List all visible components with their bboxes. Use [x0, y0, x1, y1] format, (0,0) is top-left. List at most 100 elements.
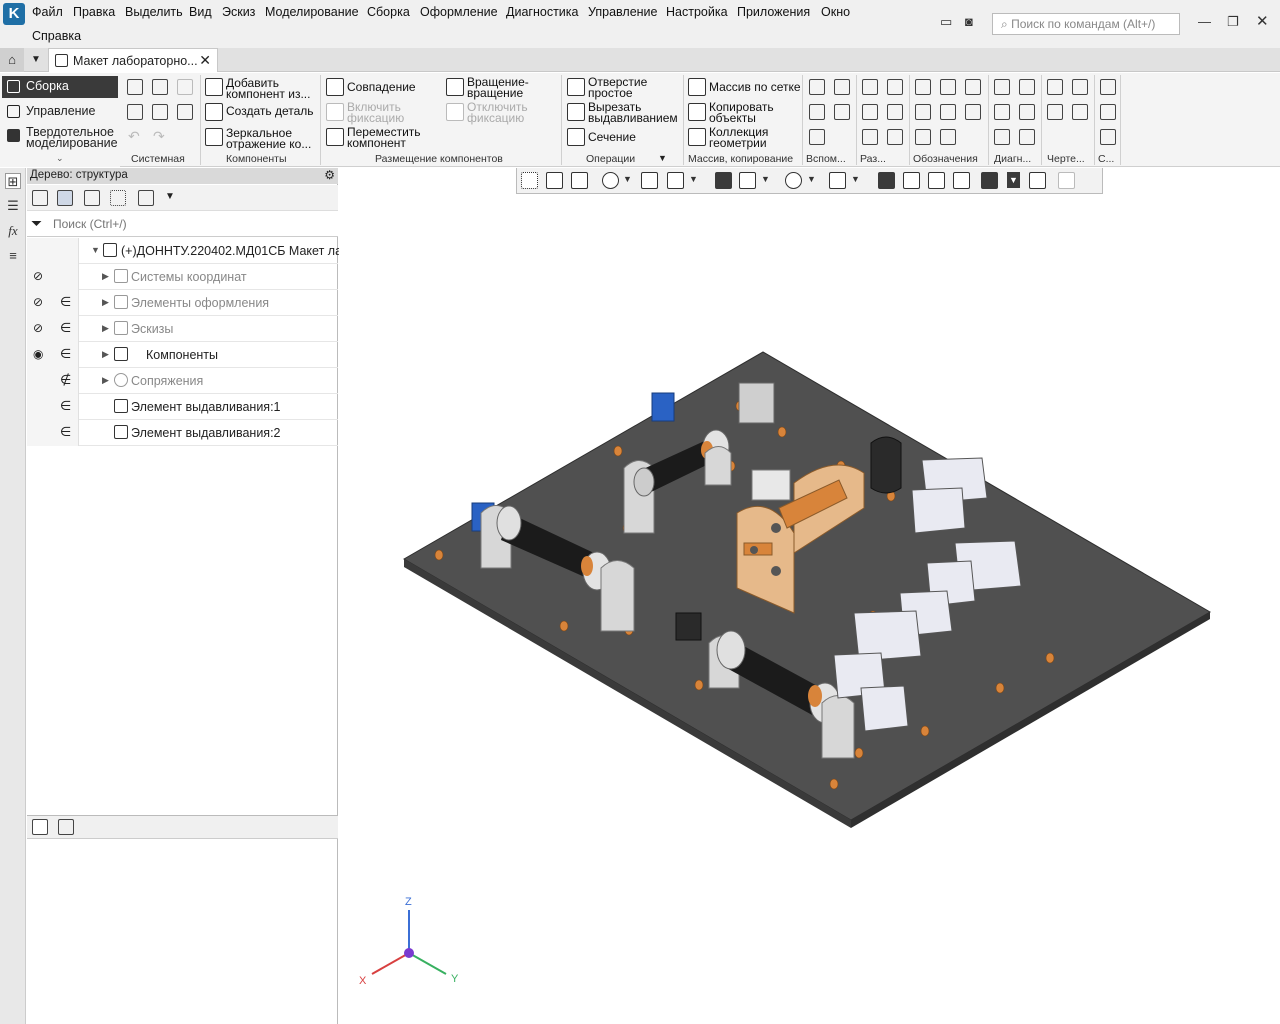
cut-view-icon[interactable]	[887, 79, 903, 95]
shape-icon[interactable]	[887, 129, 903, 145]
hidden-eye-icon[interactable]: ⊘	[33, 295, 43, 309]
menu-view[interactable]: Вид	[189, 5, 212, 19]
command-search-input[interactable]: ⌕ Поиск по командам (Alt+/)	[992, 13, 1180, 35]
move-component-icon[interactable]	[326, 128, 344, 146]
menu-sketch[interactable]: Эскиз	[222, 5, 255, 19]
include-icon[interactable]: ∈	[60, 294, 71, 310]
save-icon[interactable]	[177, 79, 193, 95]
include-icon[interactable]: ∈	[60, 398, 71, 414]
mark-rough-icon[interactable]	[965, 104, 981, 120]
mark-text-icon[interactable]	[940, 129, 956, 145]
aux-axis-icon[interactable]	[809, 79, 825, 95]
add-component-button[interactable]: Добавить компонент из...	[226, 77, 318, 100]
mirror-button[interactable]: Зеркальное отражение ко...	[226, 127, 318, 150]
geometry-collection-button[interactable]: Коллекция геометрии	[709, 126, 784, 149]
property-add-icon[interactable]	[1100, 79, 1116, 95]
menu-modeling[interactable]: Моделирование	[265, 5, 359, 19]
menu-help[interactable]: Справка	[32, 29, 81, 43]
drawing-list-icon[interactable]	[1047, 104, 1063, 120]
exclude-icon[interactable]: ∉	[60, 372, 71, 388]
tree-tab-structure-icon[interactable]	[32, 819, 48, 835]
show-components-icon[interactable]	[84, 190, 100, 206]
undo-icon[interactable]: ↶	[128, 128, 140, 145]
move-rotate-button[interactable]: Вращение-вращение	[467, 76, 547, 99]
property-link-icon[interactable]	[1100, 104, 1116, 120]
section-button[interactable]: Сечение	[588, 131, 636, 143]
aux-line-icon[interactable]	[809, 129, 825, 145]
mark-pin-icon[interactable]	[915, 79, 931, 95]
tree-item-coordinate-systems[interactable]: ⊘ ▶ Системы координат	[27, 264, 338, 290]
create-part-icon[interactable]	[205, 103, 223, 121]
coincidence-icon[interactable]	[326, 78, 344, 96]
diag-collision-icon[interactable]	[1019, 104, 1035, 120]
tree-root[interactable]: ▼ (+)ДОННТУ.220402.МД01СБ Макет лабо	[27, 238, 356, 264]
menu-file[interactable]: Файл	[32, 5, 63, 19]
mode-assembly[interactable]: Сборка	[2, 76, 118, 98]
menu-drafting[interactable]: Оформление	[420, 5, 498, 19]
new-document-icon[interactable]	[127, 79, 143, 95]
explode-mode-icon[interactable]	[887, 104, 903, 120]
copy-objects-icon[interactable]	[688, 103, 706, 121]
disable-fix-icon[interactable]	[446, 103, 464, 121]
expand-arrow-icon[interactable]: ▶	[102, 349, 109, 360]
drawing-new-icon[interactable]	[1047, 79, 1063, 95]
diag-settings-icon[interactable]	[1019, 129, 1035, 145]
close-tab-icon[interactable]: ✕	[199, 52, 211, 69]
gear-icon[interactable]: ⚙	[324, 168, 335, 182]
assembly-model[interactable]: Z X Y	[339, 168, 1280, 1024]
hidden-eye-icon[interactable]: ⊘	[33, 269, 43, 283]
layers-panel-icon[interactable]: ≡	[5, 248, 21, 264]
add-component-icon[interactable]	[205, 78, 223, 96]
cut-extrude-icon[interactable]	[567, 103, 585, 121]
properties-panel-icon[interactable]: ☰	[5, 198, 21, 214]
menu-window[interactable]: Окно	[821, 5, 850, 19]
move-rotate-icon[interactable]	[446, 78, 464, 96]
diag-angle-icon[interactable]	[994, 129, 1010, 145]
maximize-button[interactable]: ❐	[1227, 14, 1239, 30]
tree-item-extrusion-2[interactable]: ∈ Элемент выдавливания:2	[27, 420, 338, 446]
mode-solid[interactable]: Твердотельное моделирование	[2, 125, 118, 151]
panels-icon[interactable]: ▭	[940, 14, 952, 30]
grid-array-button[interactable]: Массив по сетке	[709, 81, 801, 93]
section-view-icon[interactable]	[862, 79, 878, 95]
menu-control[interactable]: Управление	[588, 5, 658, 19]
minimize-button[interactable]: —	[1198, 14, 1211, 29]
diag-check-icon[interactable]	[994, 79, 1010, 95]
hole-button[interactable]: Отверстие простое	[588, 76, 658, 99]
variables-panel-icon[interactable]: fx	[5, 223, 21, 239]
mark-base-icon[interactable]	[915, 104, 931, 120]
aux-point-icon[interactable]	[834, 79, 850, 95]
tree-tab-list-icon[interactable]	[58, 819, 74, 835]
expand-modes-icon[interactable]: ⌄	[56, 153, 64, 164]
cut-extrude-button[interactable]: Вырезать выдавливанием	[588, 101, 683, 124]
table-icon[interactable]	[862, 129, 878, 145]
build-tree-icon[interactable]	[57, 190, 73, 206]
print-icon[interactable]	[127, 104, 143, 120]
open-icon[interactable]	[152, 79, 168, 95]
geometry-collection-icon[interactable]	[688, 128, 706, 146]
hole-icon[interactable]	[567, 78, 585, 96]
mark-weld-icon[interactable]	[940, 104, 956, 120]
expand-arrow-icon[interactable]: ▶	[102, 271, 109, 282]
tree-item-design-elements[interactable]: ⊘ ∈ ▶ Элементы оформления	[27, 290, 338, 316]
document-tab[interactable]: Макет лабораторно... ✕	[48, 48, 218, 72]
collapse-arrow-icon[interactable]: ▼	[91, 245, 100, 255]
tree-options-dropdown-icon[interactable]: ▼	[165, 191, 175, 202]
mirror-icon[interactable]	[205, 128, 223, 146]
close-button[interactable]: ✕	[1256, 12, 1269, 30]
include-icon[interactable]: ∈	[60, 320, 71, 336]
create-part-button[interactable]: Создать деталь	[226, 105, 314, 117]
property-share-icon[interactable]	[1100, 129, 1116, 145]
eye-icon[interactable]: ◉	[33, 347, 43, 361]
filter-options-icon[interactable]	[138, 190, 154, 206]
screenshot-icon[interactable]: ◙	[965, 14, 973, 29]
expand-arrow-icon[interactable]: ▶	[102, 297, 109, 308]
redo-icon[interactable]: ↷	[153, 128, 165, 145]
menu-apps[interactable]: Приложения	[737, 5, 810, 19]
coincidence-button[interactable]: Совпадение	[347, 81, 416, 93]
save-as-icon[interactable]	[177, 104, 193, 120]
structure-tree-icon[interactable]	[32, 190, 48, 206]
menu-assembly[interactable]: Сборка	[367, 5, 410, 19]
disable-fix-button[interactable]: Отключить фиксацию	[467, 101, 547, 124]
select-all-icon[interactable]	[110, 190, 126, 206]
